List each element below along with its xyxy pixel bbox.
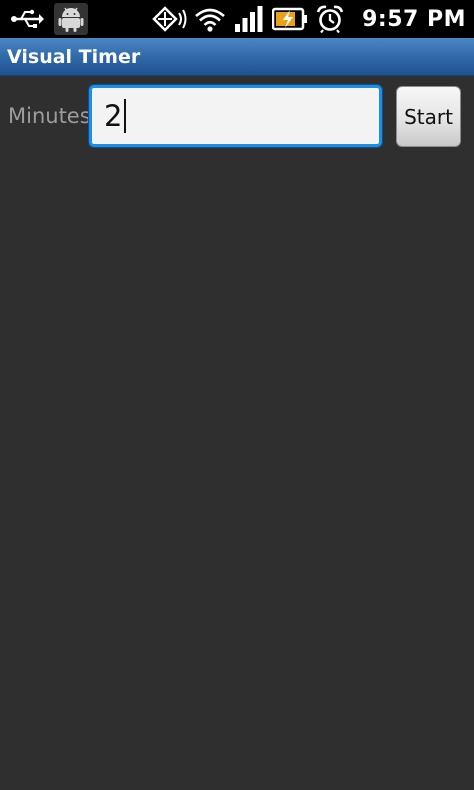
app-title: Visual Timer <box>7 45 141 68</box>
signal-icon <box>234 6 264 32</box>
minutes-input[interactable]: 2 <box>89 85 382 147</box>
android-debug-icon <box>54 3 88 35</box>
minutes-value: 2 <box>104 99 123 133</box>
wifi-icon <box>194 6 226 32</box>
battery-charging-icon <box>272 7 308 31</box>
location-icon <box>152 6 188 32</box>
alarm-icon <box>316 5 344 33</box>
status-clock: 9:57 PM <box>362 6 466 32</box>
start-button[interactable]: Start <box>396 86 461 147</box>
notification-area <box>0 0 88 38</box>
minutes-label: Minutes <box>8 104 91 128</box>
timer-form: Minutes 2 Start <box>0 76 474 790</box>
app-title-bar: Visual Timer <box>0 38 474 76</box>
system-icons: 9:57 PM <box>152 0 466 38</box>
status-bar: 9:57 PM <box>0 0 474 38</box>
usb-icon <box>10 8 44 30</box>
text-cursor <box>124 99 127 133</box>
